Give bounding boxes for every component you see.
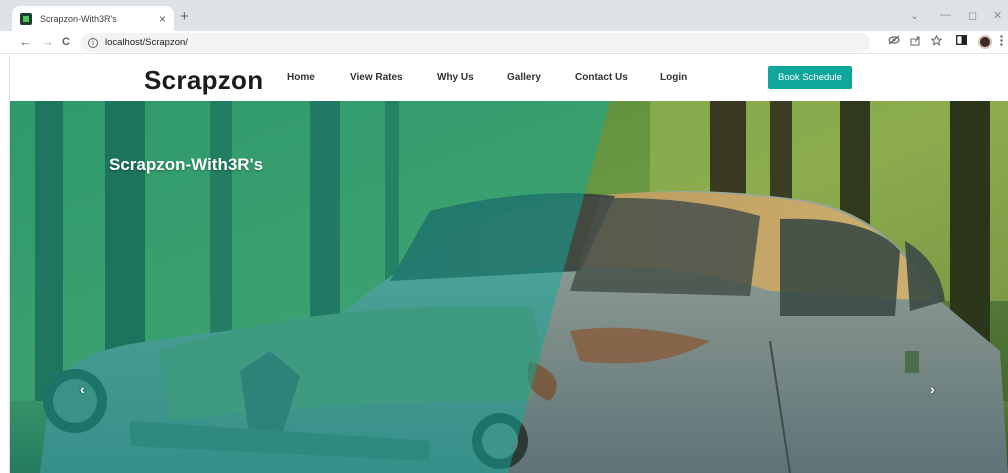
- browser-address-bar: ← → C i localhost/Scrapzon/: [0, 31, 1008, 54]
- browser-tab-bar: Scrapzon-With3R's × + ⌄ — ◻ ✕: [0, 0, 1008, 31]
- page-edge: [0, 55, 10, 473]
- profile-avatar[interactable]: [978, 35, 992, 49]
- back-icon[interactable]: ←: [19, 34, 32, 49]
- brand-logo[interactable]: Scrapzon: [144, 65, 263, 96]
- hero-overlay: [10, 101, 610, 473]
- url-text: localhost/Scrapzon/: [105, 37, 188, 48]
- tab-close-icon[interactable]: ×: [159, 13, 166, 25]
- carousel-prev-icon[interactable]: ‹: [80, 381, 85, 397]
- minimize-icon[interactable]: —: [940, 9, 951, 21]
- nav-link-contact-us[interactable]: Contact Us: [575, 72, 628, 83]
- hero-carousel: Scrapzon-With3R's ‹ ›: [10, 101, 1008, 473]
- info-icon[interactable]: i: [88, 37, 98, 48]
- menu-icon[interactable]: [1000, 35, 1003, 49]
- reload-icon[interactable]: C: [62, 36, 70, 48]
- new-tab-icon[interactable]: +: [180, 8, 189, 25]
- nav-link-home[interactable]: Home: [287, 72, 315, 83]
- eye-off-icon[interactable]: [888, 35, 900, 48]
- forward-icon[interactable]: →: [41, 34, 54, 49]
- nav-link-login[interactable]: Login: [660, 72, 687, 83]
- share-icon[interactable]: [910, 35, 921, 49]
- url-input[interactable]: i localhost/Scrapzon/: [80, 33, 870, 52]
- tab-search-icon[interactable]: ⌄: [910, 9, 919, 22]
- favicon-icon: [20, 12, 32, 25]
- sidebar-icon[interactable]: [956, 35, 967, 48]
- nav-link-view-rates[interactable]: View Rates: [350, 72, 403, 83]
- close-window-icon[interactable]: ✕: [993, 9, 1002, 22]
- nav-link-gallery[interactable]: Gallery: [507, 72, 541, 83]
- book-schedule-button[interactable]: Book Schedule: [768, 66, 852, 89]
- nav-link-why-us[interactable]: Why Us: [437, 72, 474, 83]
- carousel-next-icon[interactable]: ›: [930, 381, 935, 397]
- browser-tab[interactable]: Scrapzon-With3R's ×: [12, 6, 174, 31]
- star-icon[interactable]: [930, 34, 943, 49]
- hero-title: Scrapzon-With3R's: [109, 155, 264, 174]
- tab-title: Scrapzon-With3R's: [40, 13, 117, 24]
- maximize-icon[interactable]: ◻: [968, 9, 977, 22]
- site-navbar: Scrapzon Home View Rates Why Us Gallery …: [10, 55, 1008, 101]
